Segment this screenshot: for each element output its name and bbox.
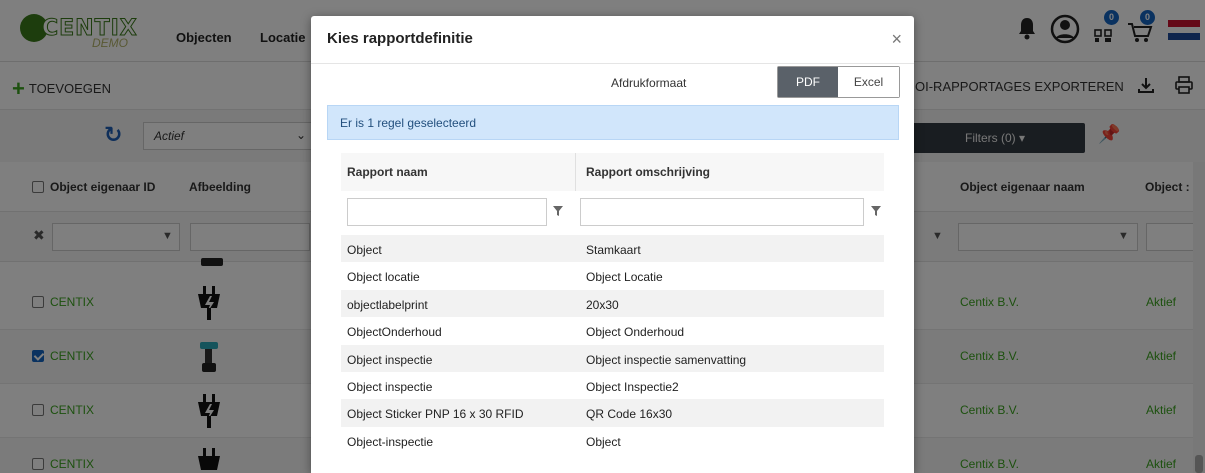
report-name: Object locatie <box>347 270 420 285</box>
report-description-filter-input[interactable] <box>580 198 864 226</box>
filter-icon[interactable] <box>553 206 563 219</box>
dialog-header: Kies rapportdefinitie × <box>311 16 914 64</box>
report-name: Object inspectie <box>347 379 433 394</box>
dialog-title: Kies rapportdefinitie <box>327 30 473 47</box>
report-row[interactable]: ObjectOnderhoud Object Onderhoud <box>341 317 884 344</box>
report-definition-dialog: Kies rapportdefinitie × Afdrukformaat PD… <box>311 16 914 473</box>
column-divider <box>575 153 576 191</box>
report-name: ObjectOnderhoud <box>347 325 442 340</box>
report-name: Object Sticker PNP 16 x 30 RFID <box>347 407 524 422</box>
format-pdf-button[interactable]: PDF <box>778 67 838 97</box>
report-name: Object <box>347 243 382 257</box>
report-row[interactable]: objectlabelprint 20x30 <box>341 289 884 318</box>
report-name: Object-inspectie <box>347 434 434 449</box>
report-row[interactable]: Object inspectie Object Inspectie2 <box>341 372 884 399</box>
report-row[interactable]: Object inspectie Object inspectie samenva… <box>341 344 884 372</box>
print-format-toggle: PDF Excel <box>777 66 900 98</box>
report-name: Object inspectie <box>347 352 433 367</box>
report-filter-row <box>341 191 884 235</box>
report-description: Object Inspectie2 <box>586 379 679 394</box>
column-report-name[interactable]: Rapport naam <box>347 165 428 179</box>
report-name: objectlabelprint <box>347 297 428 312</box>
report-description: Object inspectie samenvatting <box>586 352 747 367</box>
report-table: Rapport naam Rapport omschrijving Object… <box>341 153 884 454</box>
filter-icon[interactable] <box>871 206 881 219</box>
report-row[interactable]: Object Sticker PNP 16 x 30 RFID QR Code 1… <box>341 399 884 427</box>
print-format-label: Afdrukformaat <box>611 76 687 90</box>
report-description: Stamkaart <box>586 243 641 257</box>
close-icon[interactable]: × <box>891 29 902 50</box>
selection-info-alert: Er is 1 regel geselecteerd <box>327 105 899 140</box>
report-row[interactable]: Object-inspectie Object <box>341 427 884 454</box>
report-description: Object <box>586 434 621 449</box>
report-description: QR Code 16x30 <box>586 407 673 422</box>
report-row[interactable]: Object Stamkaart <box>341 235 884 263</box>
report-description: 20x30 <box>586 297 619 312</box>
report-name-filter-input[interactable] <box>347 198 547 226</box>
format-excel-button[interactable]: Excel <box>838 67 899 97</box>
report-description: Object Onderhoud <box>586 325 685 340</box>
report-table-header: Rapport naam Rapport omschrijving <box>341 153 884 191</box>
report-row[interactable]: Object locatie Object Locatie <box>341 262 884 289</box>
report-description: Object Locatie <box>586 270 663 285</box>
column-report-description[interactable]: Rapport omschrijving <box>586 165 710 179</box>
